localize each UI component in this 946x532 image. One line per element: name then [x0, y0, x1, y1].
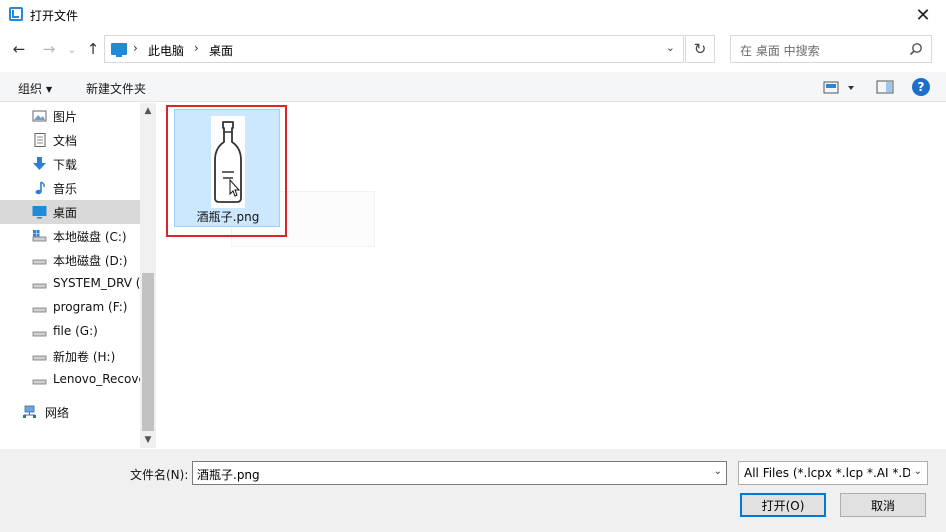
back-button[interactable]: ←	[8, 38, 30, 60]
sidebar-item-label: SYSTEM_DRV (	[53, 276, 140, 290]
pictures-icon	[32, 110, 47, 122]
bottle-thumbnail-icon	[211, 116, 245, 208]
forward-button[interactable]: →	[38, 38, 60, 60]
filetype-value: All Files (*.lcpx *.lcp *.AI *.DX	[744, 466, 910, 480]
up-arrow-icon: ↑	[86, 40, 100, 58]
drive-icon	[32, 355, 47, 361]
cancel-button[interactable]: 取消	[840, 493, 926, 517]
sidebar-item-label: 本地磁盘 (C:)	[53, 230, 127, 244]
search-icon	[909, 43, 922, 56]
sidebar-item-label: 本地磁盘 (D:)	[53, 254, 128, 268]
sidebar-item-label: 网络	[45, 406, 70, 420]
chevron-down-icon: ⌄	[913, 466, 922, 477]
sidebar-item-downloads[interactable]: 下载	[0, 152, 140, 176]
chevron-down-icon[interactable]: ⌄	[714, 466, 722, 477]
chevron-down-icon: ⌄	[67, 42, 77, 56]
sidebar-item-lenovo-recovery[interactable]: Lenovo_Recove	[0, 368, 140, 392]
scroll-down-icon[interactable]: ▼	[140, 432, 156, 448]
title-bar: 打开文件 ✕	[0, 0, 946, 30]
close-button[interactable]: ✕	[900, 0, 946, 30]
scroll-thumb[interactable]	[142, 273, 154, 431]
search-input[interactable]: 在 桌面 中搜索	[730, 35, 932, 63]
drive-icon	[32, 307, 47, 313]
sidebar-item-drive-f[interactable]: program (F:)	[0, 296, 140, 320]
app-icon	[9, 7, 23, 21]
documents-icon	[34, 133, 46, 147]
filename-value: 酒瓶子.png	[197, 468, 260, 482]
music-icon	[35, 181, 45, 195]
sidebar-item-drive-g[interactable]: file (G:)	[0, 320, 140, 344]
sidebar-item-label: 下载	[53, 158, 78, 172]
filename-label: 文件名(N):	[130, 468, 189, 482]
drive-icon	[32, 379, 47, 385]
filename-field[interactable]: 酒瓶子.png ⌄	[192, 461, 727, 485]
sidebar-item-pictures[interactable]: 图片	[0, 104, 140, 128]
breadcrumb-desktop[interactable]: 桌面	[209, 42, 233, 59]
sidebar-scrollbar[interactable]: ▲ ▼	[140, 103, 156, 448]
download-icon	[33, 157, 46, 170]
sidebar-item-label: program (F:)	[53, 300, 128, 314]
open-button[interactable]: 打开(O)	[740, 493, 826, 517]
address-dropdown-icon[interactable]: ⌄	[666, 41, 675, 54]
help-button[interactable]: ?	[912, 78, 930, 96]
forward-arrow-icon: →	[42, 40, 56, 58]
drive-icon	[32, 259, 47, 265]
sidebar-item-label: 新加卷 (H:)	[53, 350, 116, 364]
refresh-button[interactable]: ↻	[685, 35, 715, 63]
bottom-panel: 文件名(N): 酒瓶子.png ⌄ All Files (*.lcpx *.lc…	[0, 449, 946, 532]
scroll-up-icon[interactable]: ▲	[140, 103, 156, 119]
breadcrumb-separator: ›	[194, 41, 199, 55]
new-folder-button[interactable]: 新建文件夹	[86, 80, 146, 97]
organize-label: 组织	[18, 82, 43, 96]
sidebar-item-music[interactable]: 音乐	[0, 176, 140, 200]
change-view-button[interactable]	[822, 79, 862, 97]
drive-icon	[32, 283, 47, 289]
file-item[interactable]: 酒瓶子.png	[174, 109, 280, 227]
filetype-select[interactable]: All Files (*.lcpx *.lcp *.AI *.DX ⌄	[738, 461, 928, 485]
sidebar-item-label: 音乐	[53, 182, 78, 196]
sidebar-item-label: file (G:)	[53, 324, 98, 338]
sidebar-item-drive-d[interactable]: 本地磁盘 (D:)	[0, 248, 140, 272]
address-bar[interactable]: › 此电脑 › 桌面 ⌄	[104, 35, 684, 63]
file-list[interactable]: 酒瓶子.png	[157, 103, 946, 448]
caret-down-icon: ▼	[46, 85, 53, 94]
sidebar-item-desktop[interactable]: 桌面	[0, 200, 140, 224]
breadcrumb-separator: ›	[133, 41, 138, 55]
preview-pane-button[interactable]	[876, 79, 894, 95]
recent-locations-button[interactable]: ⌄	[61, 38, 83, 60]
toolbar: 组织 ▼ 新建文件夹	[0, 72, 946, 102]
back-arrow-icon: ←	[12, 40, 26, 58]
navigation-pane: 图片 文档 下载 音乐 桌面 本地磁盘 (C:) 本地磁盘 (D:) SYSTE…	[0, 103, 156, 448]
sidebar-item-network[interactable]: 网络	[0, 400, 140, 424]
breadcrumb-this-pc[interactable]: 此电脑	[148, 42, 184, 59]
window-title: 打开文件	[30, 9, 79, 23]
sidebar-item-label: Lenovo_Recove	[53, 372, 140, 386]
sidebar-item-system-drv[interactable]: SYSTEM_DRV (	[0, 272, 140, 296]
up-button[interactable]: ↑	[82, 38, 104, 60]
network-icon	[23, 405, 36, 418]
organize-button[interactable]: 组织 ▼	[18, 80, 52, 97]
drive-icon	[32, 331, 47, 337]
sidebar-item-label: 文档	[53, 134, 78, 148]
sidebar-item-documents[interactable]: 文档	[0, 128, 140, 152]
sidebar-item-drive-h[interactable]: 新加卷 (H:)	[0, 344, 140, 368]
file-name: 酒瓶子.png	[196, 210, 260, 224]
sidebar-item-label: 桌面	[53, 206, 78, 220]
sidebar-item-label: 图片	[53, 110, 78, 124]
computer-icon	[111, 43, 127, 57]
sidebar-item-drive-c[interactable]: 本地磁盘 (C:)	[0, 224, 140, 248]
drive-system-icon	[32, 230, 47, 242]
refresh-icon: ↻	[693, 40, 707, 58]
close-icon: ✕	[915, 4, 931, 26]
search-placeholder: 在 桌面 中搜索	[740, 44, 820, 58]
desktop-icon	[32, 206, 47, 219]
